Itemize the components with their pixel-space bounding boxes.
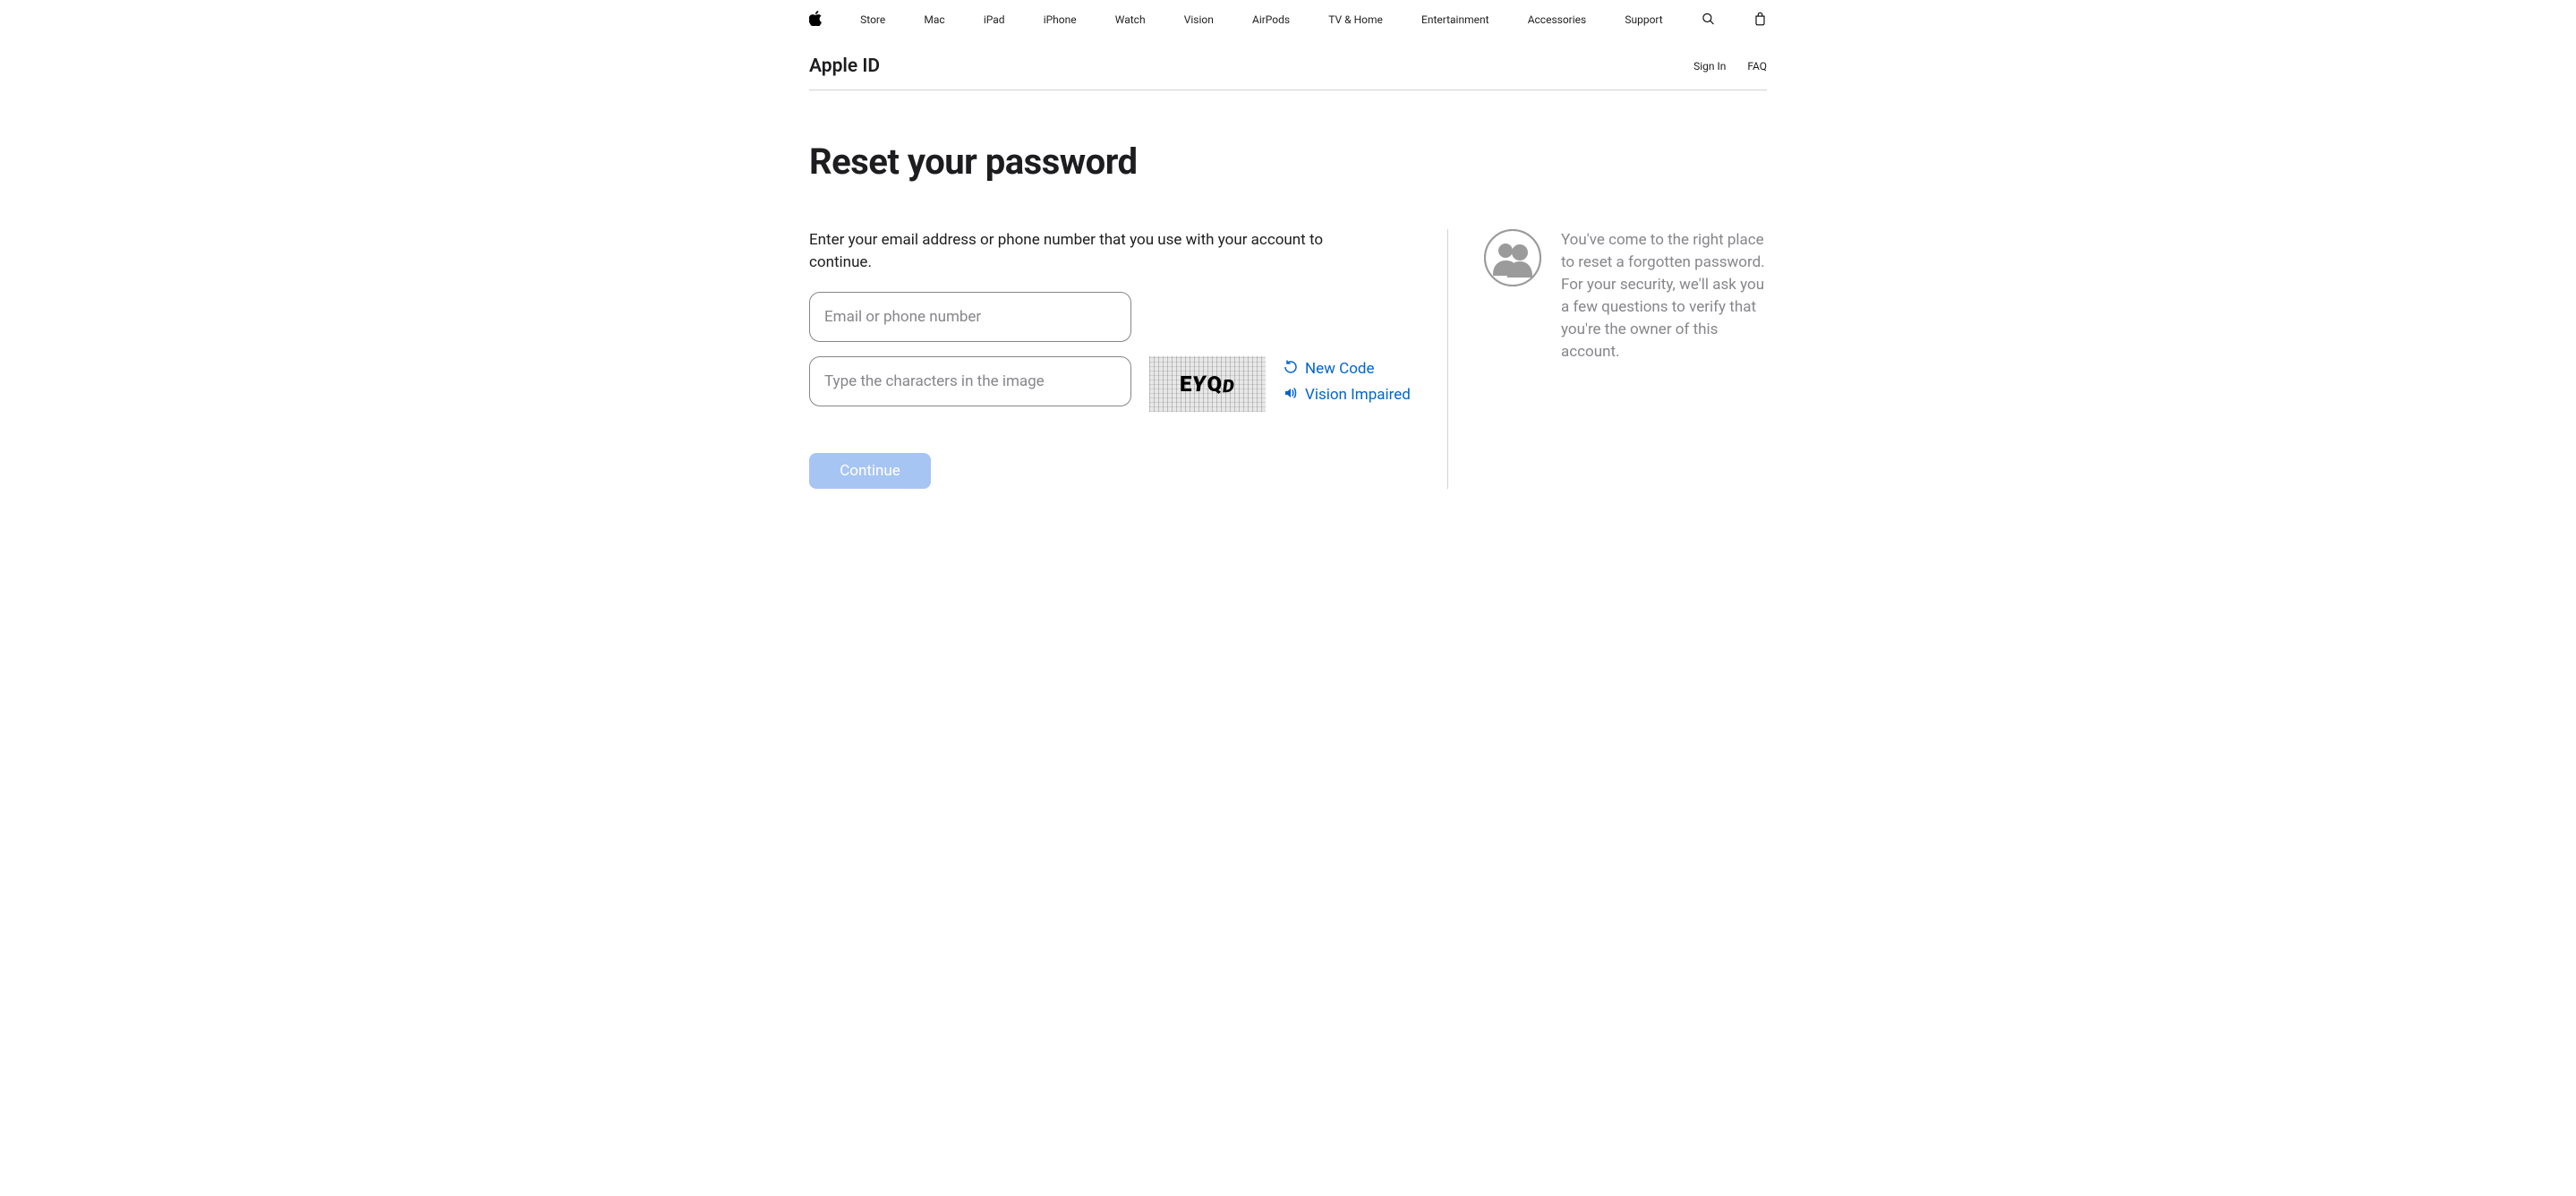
- nav-vision[interactable]: Vision: [1184, 13, 1214, 26]
- nav-iphone[interactable]: iPhone: [1044, 13, 1077, 26]
- audio-icon: [1284, 386, 1298, 405]
- nav-airpods[interactable]: AirPods: [1252, 13, 1290, 26]
- refresh-icon: [1284, 360, 1298, 379]
- people-icon: [1484, 229, 1541, 286]
- sub-nav: Apple ID Sign In FAQ: [809, 39, 1767, 90]
- faq-link[interactable]: FAQ: [1747, 60, 1767, 73]
- signin-link[interactable]: Sign In: [1693, 60, 1726, 73]
- sub-nav-title[interactable]: Apple ID: [809, 56, 880, 77]
- info-text: You've come to the right place to reset …: [1561, 229, 1767, 489]
- new-code-link[interactable]: New Code: [1284, 360, 1411, 379]
- apple-logo-icon[interactable]: [809, 11, 822, 29]
- captcha-field[interactable]: [809, 356, 1131, 406]
- bag-icon[interactable]: [1753, 11, 1767, 30]
- nav-tv-home[interactable]: TV & Home: [1328, 13, 1383, 26]
- vision-impaired-link[interactable]: Vision Impaired: [1284, 386, 1411, 405]
- content: Reset your password Enter your email add…: [809, 90, 1767, 489]
- new-code-label: New Code: [1305, 360, 1375, 378]
- vision-impaired-label: Vision Impaired: [1305, 386, 1411, 404]
- nav-entertainment[interactable]: Entertainment: [1421, 13, 1489, 26]
- nav-accessories[interactable]: Accessories: [1528, 13, 1587, 26]
- nav-support[interactable]: Support: [1625, 13, 1662, 26]
- instruction-text: Enter your email address or phone number…: [809, 229, 1382, 274]
- nav-ipad[interactable]: iPad: [984, 13, 1005, 26]
- captcha-image: EYQD: [1149, 356, 1266, 412]
- info-column: You've come to the right place to reset …: [1448, 229, 1767, 489]
- global-nav: Store Mac iPad iPhone Watch Vision AirPo…: [809, 0, 1767, 39]
- nav-store[interactable]: Store: [860, 13, 885, 26]
- email-field[interactable]: [809, 292, 1131, 342]
- search-icon[interactable]: [1702, 11, 1715, 30]
- nav-watch[interactable]: Watch: [1115, 13, 1146, 26]
- page-title: Reset your password: [809, 141, 1767, 183]
- form-column: Enter your email address or phone number…: [809, 229, 1448, 489]
- continue-button[interactable]: Continue: [809, 453, 931, 489]
- nav-mac[interactable]: Mac: [924, 13, 944, 26]
